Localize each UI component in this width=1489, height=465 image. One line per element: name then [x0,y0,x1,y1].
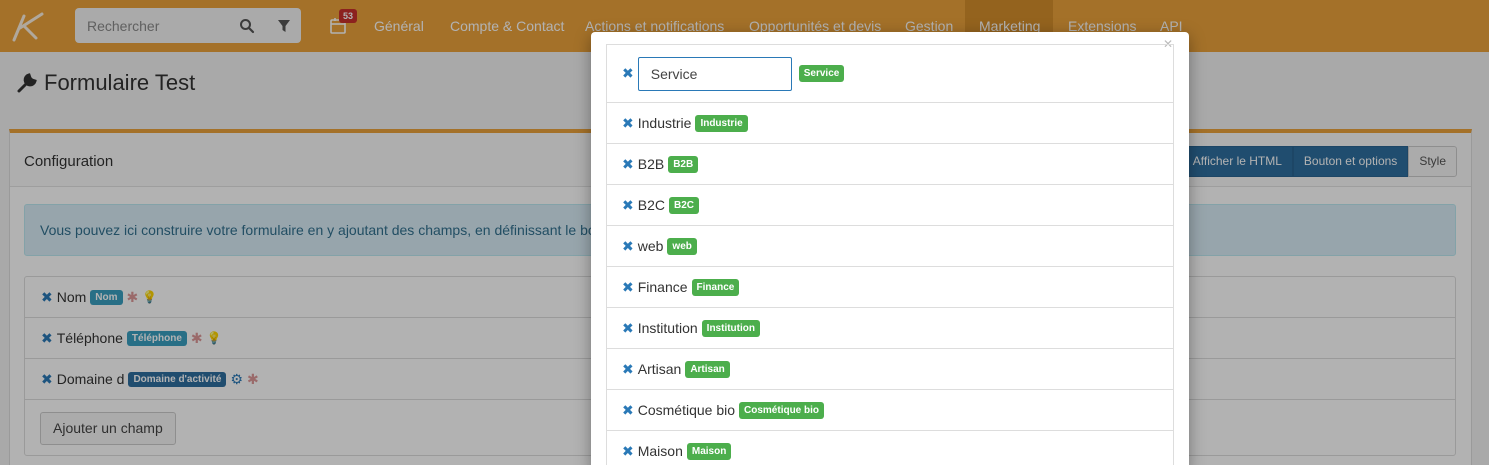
option-edit-input[interactable] [637,56,792,91]
option-tag: Cosmétique bio [739,401,825,419]
option-list: ✖ Service ✖ Industrie Industrie ✖ B2B B2… [606,44,1174,465]
option-tag: Service [798,65,845,82]
option-item[interactable]: ✖ Institution Institution [607,308,1173,349]
remove-icon[interactable]: ✖ [622,402,634,419]
option-item-edit: ✖ Service [607,45,1173,103]
option-label[interactable]: B2C [638,197,665,213]
remove-icon[interactable]: ✖ [622,238,634,255]
remove-icon[interactable]: ✖ [622,443,634,460]
option-item[interactable]: ✖ Cosmétique bio Cosmétique bio [607,390,1173,431]
option-label[interactable]: Industrie [638,115,692,131]
option-label[interactable]: Artisan [638,361,682,377]
option-item[interactable]: ✖ Industrie Industrie [607,103,1173,144]
remove-icon[interactable]: ✖ [622,156,634,173]
option-item[interactable]: ✖ B2B B2B [607,144,1173,185]
option-label[interactable]: Maison [638,443,683,459]
remove-icon[interactable]: ✖ [622,197,634,214]
option-tag: Finance [691,278,740,296]
option-label[interactable]: Institution [638,320,698,336]
option-item[interactable]: ✖ Finance Finance [607,267,1173,308]
remove-icon[interactable]: ✖ [622,279,634,296]
remove-icon[interactable]: ✖ [622,320,634,337]
option-tag: Artisan [685,360,730,378]
option-tag: B2C [668,196,699,214]
option-label[interactable]: Cosmétique bio [638,402,735,418]
option-tag: Maison [686,442,732,460]
option-tag: web [667,237,697,255]
option-label[interactable]: B2B [638,156,664,172]
option-tag: B2B [668,155,699,173]
option-item[interactable]: ✖ web web [607,226,1173,267]
remove-icon[interactable]: ✖ [622,361,634,378]
option-item[interactable]: ✖ Artisan Artisan [607,349,1173,390]
option-item[interactable]: ✖ Maison Maison [607,431,1173,465]
option-tag: Industrie [695,114,748,132]
options-modal: ✕ ✖ Service ✖ Industrie Industrie ✖ B2B … [591,32,1189,465]
option-label[interactable]: web [638,238,664,254]
option-item[interactable]: ✖ B2C B2C [607,185,1173,226]
option-tag: Institution [701,319,760,337]
remove-icon[interactable]: ✖ [622,115,634,132]
option-label[interactable]: Finance [638,279,688,295]
remove-icon[interactable]: ✖ [622,65,634,82]
